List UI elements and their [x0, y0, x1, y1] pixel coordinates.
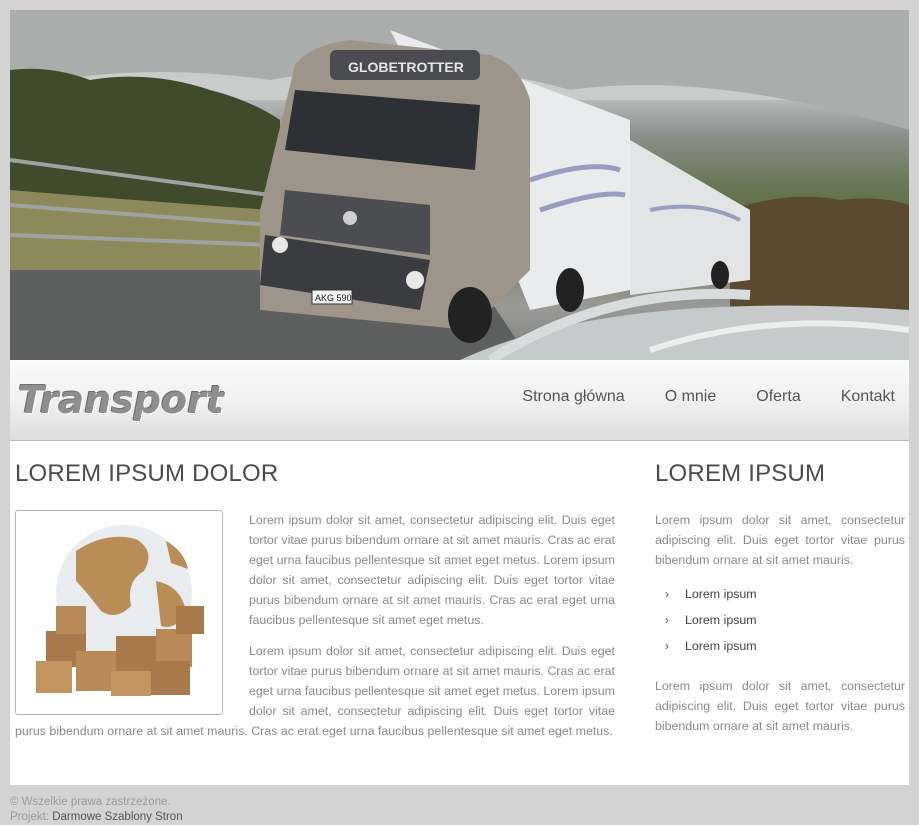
footer-project: Projekt: Darmowe Szablony Stron — [10, 810, 183, 825]
footer-copyright: © Wszelkie prawa zastrzeżone. — [10, 796, 171, 808]
sidebar-link-item[interactable]: › Lorem ipsum — [655, 610, 905, 636]
globe-boxes-image — [15, 510, 223, 715]
footer-project-link[interactable]: Darmowe Szablony Stron — [52, 811, 182, 823]
footer-project-label: Projekt: — [10, 811, 49, 823]
nav-item-contact[interactable]: Kontakt — [841, 388, 895, 406]
main-nav: Strona główna O mnie Oferta Kontakt — [482, 388, 895, 406]
hero-truck-image: GLOBETROTTER AKG 590 — [10, 10, 909, 360]
main-content: LOREM IPSUM DOLOR Lorem ipsum dolor sit … — [15, 460, 615, 752]
site-header: Transport Strona główna O mnie Oferta Ko… — [10, 360, 909, 441]
nav-item-home[interactable]: Strona główna — [522, 388, 624, 406]
site-logo[interactable]: Transport — [18, 378, 224, 422]
site-footer: © Wszelkie prawa zastrzeżone. Projekt: D… — [10, 795, 183, 825]
nav-item-offer[interactable]: Oferta — [756, 388, 800, 406]
sidebar-outro: Lorem ipsum dolor sit amet, consectetur … — [655, 679, 905, 733]
main-title: LOREM IPSUM DOLOR — [15, 460, 279, 487]
sidebar-title: LOREM IPSUM — [655, 460, 826, 487]
nav-item-about[interactable]: O mnie — [665, 388, 717, 406]
chevron-right-icon: › — [665, 639, 669, 653]
truck-brand-text: GLOBETROTTER — [348, 59, 464, 75]
sidebar-link-item[interactable]: › Lorem ipsum — [655, 584, 905, 610]
license-plate-text: AKG 590 — [315, 293, 352, 303]
sidebar-link-label[interactable]: Lorem ipsum — [685, 613, 757, 627]
sidebar-link-label[interactable]: Lorem ipsum — [685, 639, 757, 653]
sidebar-link-item[interactable]: › Lorem ipsum — [655, 636, 905, 662]
sidebar: LOREM IPSUM Lorem ipsum dolor sit amet, … — [655, 460, 905, 750]
chevron-right-icon: › — [665, 613, 669, 627]
sidebar-links: › Lorem ipsum › Lorem ipsum › Lorem ipsum — [655, 584, 905, 662]
sidebar-link-label[interactable]: Lorem ipsum — [685, 587, 757, 601]
sidebar-intro: Lorem ipsum dolor sit amet, consectetur … — [655, 513, 905, 567]
hero-banner: GLOBETROTTER AKG 590 — [10, 10, 909, 360]
page-container: GLOBETROTTER AKG 590 Transport Strona gł… — [10, 10, 909, 785]
chevron-right-icon: › — [665, 587, 669, 601]
